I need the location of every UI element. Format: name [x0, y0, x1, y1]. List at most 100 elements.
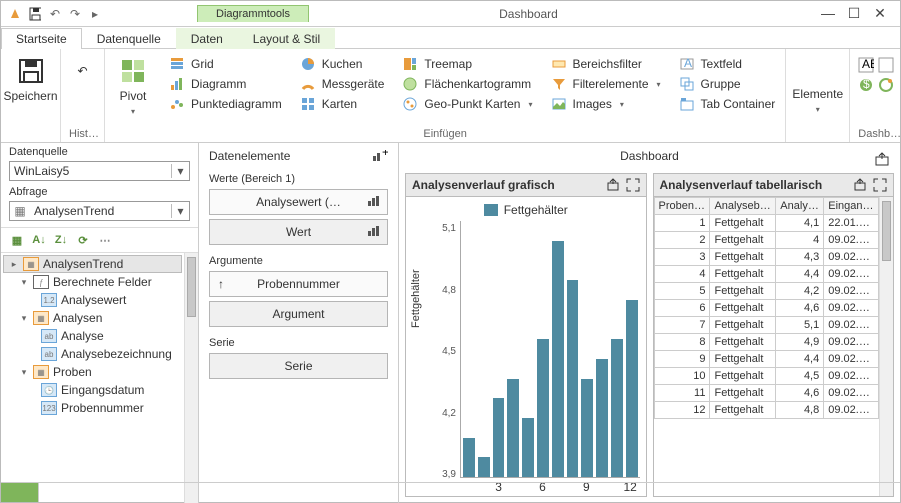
diagramm-item[interactable]: Diagramm: [167, 75, 284, 93]
context-tab-title: Diagrammtools: [197, 5, 309, 22]
slot-wert[interactable]: Wert: [209, 219, 388, 245]
save-label: Speichern: [3, 89, 57, 103]
table-scrollbar[interactable]: [879, 197, 893, 496]
dashboard-title: Dashboard: [620, 149, 679, 163]
undo-icon[interactable]: ↶: [49, 8, 61, 20]
sort-desc-icon[interactable]: Z↓: [53, 232, 69, 248]
bar: [463, 438, 475, 477]
window-title: Dashboard: [309, 7, 808, 21]
close-button[interactable]: ✕: [870, 5, 890, 22]
chevron-down-icon[interactable]: ▾: [171, 204, 189, 218]
mess-item[interactable]: Messgeräte: [298, 75, 387, 93]
gruppe-item[interactable]: Gruppe: [677, 75, 778, 93]
slot-serie[interactable]: Serie: [209, 353, 388, 379]
redo-icon[interactable]: ↷: [69, 8, 81, 20]
bereich-item[interactable]: Bereichsfilter: [549, 55, 663, 73]
currency-tool-icon[interactable]: [878, 57, 894, 73]
kuchen-item[interactable]: Kuchen: [298, 55, 387, 73]
svg-text:AB: AB: [862, 57, 874, 71]
images-item[interactable]: Images▾: [549, 95, 663, 113]
tree-scrollbar[interactable]: [184, 253, 198, 503]
tab-datenquelle[interactable]: Datenquelle: [82, 28, 176, 49]
pivot-button[interactable]: Pivot ▾: [113, 53, 153, 120]
col-proben[interactable]: Proben…: [654, 198, 710, 215]
color-tool-icon[interactable]: [878, 77, 894, 93]
col-eingang[interactable]: Eingan…: [824, 198, 879, 215]
table-row[interactable]: 8Fettgehalt4,909.02.…: [654, 334, 879, 351]
minimize-button[interactable]: —: [818, 5, 838, 22]
tree-node-proben[interactable]: ▾▦Proben: [1, 363, 184, 381]
table-row[interactable]: 5Fettgehalt4,209.02.…: [654, 283, 879, 300]
export-icon[interactable]: [874, 151, 890, 167]
table-row[interactable]: 7Fettgehalt5,109.02.…: [654, 317, 879, 334]
grid-item[interactable]: Grid: [167, 55, 284, 73]
save-icon: [17, 57, 45, 85]
einfuegen-label: Einfügen: [113, 128, 777, 140]
abfrage-combo[interactable]: ▦ AnalysenTrend ▾: [9, 201, 190, 221]
tree-leaf-analysebez[interactable]: abAnalysebezeichnung: [1, 345, 184, 363]
punkte-item[interactable]: Punktediagramm: [167, 95, 284, 113]
table-row[interactable]: 4Fettgehalt4,409.02.…: [654, 266, 879, 283]
slot-argument[interactable]: Argument: [209, 301, 388, 327]
flachen-item[interactable]: Flächenkartogramm: [400, 75, 534, 93]
geo-icon: [402, 96, 418, 112]
history-button[interactable]: ↶: [69, 53, 96, 89]
maximize-icon[interactable]: [873, 178, 887, 192]
save-icon[interactable]: [29, 8, 41, 20]
qat-more-icon[interactable]: ▸: [89, 8, 101, 20]
add-element-icon[interactable]: +: [372, 150, 388, 162]
chart-bars: [460, 221, 640, 478]
tab-container-item[interactable]: Tab Container: [677, 95, 778, 113]
ribbon-tabs: Startseite Datenquelle Daten Layout & St…: [1, 27, 900, 49]
textfeld-item[interactable]: ATextfeld: [677, 55, 778, 73]
export-icon[interactable]: [606, 178, 620, 192]
refresh-icon[interactable]: ⟳: [75, 232, 91, 248]
table-row[interactable]: 12Fettgehalt4,809.02.…: [654, 402, 879, 419]
karten-item[interactable]: Karten: [298, 95, 387, 113]
filter-icon: [551, 76, 567, 92]
col-analyseb[interactable]: Analyseb…: [710, 198, 776, 215]
table-row[interactable]: 6Fettgehalt4,609.02.…: [654, 300, 879, 317]
tab-layout[interactable]: Layout & Stil: [238, 28, 335, 49]
export-icon[interactable]: [853, 178, 867, 192]
tree-leaf-eingang[interactable]: 🕒Eingangsdatum: [1, 381, 184, 399]
bar-mini-icon: [367, 195, 381, 207]
elemente-button[interactable]: Elemente ▾: [794, 53, 841, 118]
maximize-button[interactable]: ☐: [844, 5, 864, 22]
table-row[interactable]: 1Fettgehalt4,122.01.…: [654, 215, 879, 232]
bar: [567, 280, 579, 477]
y-axis-label: Fettgehälter: [410, 269, 422, 328]
table-row[interactable]: 9Fettgehalt4,409.02.…: [654, 351, 879, 368]
tree-leaf-analyse[interactable]: abAnalyse: [1, 327, 184, 345]
tree-node-berech[interactable]: ▾fBerechnete Felder: [1, 273, 184, 291]
datenquelle-combo[interactable]: WinLaisy5 ▾: [9, 161, 190, 181]
maximize-icon[interactable]: [626, 178, 640, 192]
title-tool-icon[interactable]: AB: [858, 57, 874, 73]
panel-table: Analysenverlauf tabellarisch Proben… Ana…: [653, 173, 895, 497]
treemap-item[interactable]: Treemap: [400, 55, 534, 73]
table-row[interactable]: 3Fettgehalt4,309.02.…: [654, 249, 879, 266]
abfrage-label: Abfrage: [1, 183, 198, 199]
more-icon[interactable]: ⋯: [97, 232, 113, 248]
group-icon[interactable]: ▦: [9, 232, 25, 248]
slot-analysewert[interactable]: Analysewert (…: [209, 189, 388, 215]
filter-item[interactable]: Filterelemente▾: [549, 75, 663, 93]
sort-asc-icon[interactable]: A↓: [31, 232, 47, 248]
tab-startseite[interactable]: Startseite: [1, 28, 82, 49]
tab-daten[interactable]: Daten: [176, 28, 238, 49]
tree-root[interactable]: ▸▦AnalysenTrend: [3, 255, 182, 273]
chevron-down-icon[interactable]: ▾: [171, 164, 189, 178]
tree-leaf-analysewert[interactable]: 1.2Analysewert: [1, 291, 184, 309]
currency-green-icon[interactable]: $: [858, 77, 874, 93]
app-icon: [9, 8, 21, 20]
geo-item[interactable]: Geo-Punkt Karten▾: [400, 95, 534, 113]
col-analy[interactable]: Analy…: [776, 198, 824, 215]
history-label: Hist…: [69, 128, 96, 140]
slot-probennr[interactable]: ↑Probennummer: [209, 271, 388, 297]
save-button[interactable]: Speichern: [9, 53, 52, 107]
table-row[interactable]: 10Fettgehalt4,509.02.…: [654, 368, 879, 385]
table-row[interactable]: 2Fettgehalt409.02.…: [654, 232, 879, 249]
tree-leaf-probennr[interactable]: 123Probennummer: [1, 399, 184, 417]
tree-node-analysen[interactable]: ▾▦Analysen: [1, 309, 184, 327]
table-row[interactable]: 11Fettgehalt4,609.02.…: [654, 385, 879, 402]
